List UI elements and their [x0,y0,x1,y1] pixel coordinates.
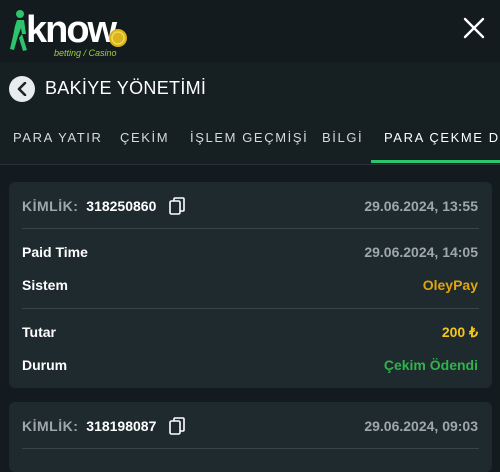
system-label: Sistem [22,277,68,293]
tab-para-cekme-durumu[interactable]: PARA ÇEKME DU [384,130,500,145]
close-button[interactable] [460,14,488,42]
transaction-id: KİMLİK: 318250860 [22,198,156,214]
page-title: BAKİYE YÖNETİMİ [45,78,207,98]
tab-bilgi[interactable]: BİLGİ [322,130,363,145]
tab-para-yatir[interactable]: PARA YATIR [13,130,102,145]
divider [22,308,479,309]
status-label: Durum [22,357,68,373]
top-bar: know betting / Casino [0,0,500,78]
copy-icon[interactable] [169,197,185,215]
transaction-date: 29.06.2024, 09:03 [364,418,478,434]
transaction-card: KİMLİK: 318250860 29.06.2024, 13:55 Paid… [9,182,492,388]
divider [22,228,479,229]
id-value: 318250860 [86,198,157,214]
page-header: BAKİYE YÖNETİMİ [0,62,500,114]
status-value: Çekim Ödendi [383,357,478,373]
copy-icon[interactable] [169,417,185,435]
transaction-date: 29.06.2024, 13:55 [364,198,478,214]
logo-wordmark: know [26,9,117,51]
id-value: 318198087 [86,418,157,434]
amount-value: 200 ₺ [441,324,478,340]
id-label: KİMLİK: [22,418,79,434]
system-value: OleyPay [422,277,478,293]
back-button[interactable] [9,76,35,102]
tab-cekim[interactable]: ÇEKİM [120,130,169,145]
paid-time-label: Paid Time [22,244,88,260]
transaction-id: KİMLİK: 318198087 [22,418,156,434]
tab-bar: PARA YATIR ÇEKİM İŞLEM GEÇMİŞİ BİLGİ PAR… [0,114,500,165]
close-icon [463,17,485,39]
divider [22,448,479,449]
transaction-card: KİMLİK: 318198087 29.06.2024, 09:03 [9,402,492,472]
paid-time-value: 29.06.2024, 14:05 [364,244,478,260]
active-tab-indicator [371,160,500,163]
tab-islem-gecmisi[interactable]: İŞLEM GEÇMİŞİ [190,130,308,145]
id-label: KİMLİK: [22,198,79,214]
logo-subtitle: betting / Casino [54,48,117,58]
brand-logo[interactable]: know betting / Casino [8,6,130,58]
chevron-left-icon [17,82,27,96]
amount-label: Tutar [22,324,56,340]
coin-icon [109,29,127,47]
